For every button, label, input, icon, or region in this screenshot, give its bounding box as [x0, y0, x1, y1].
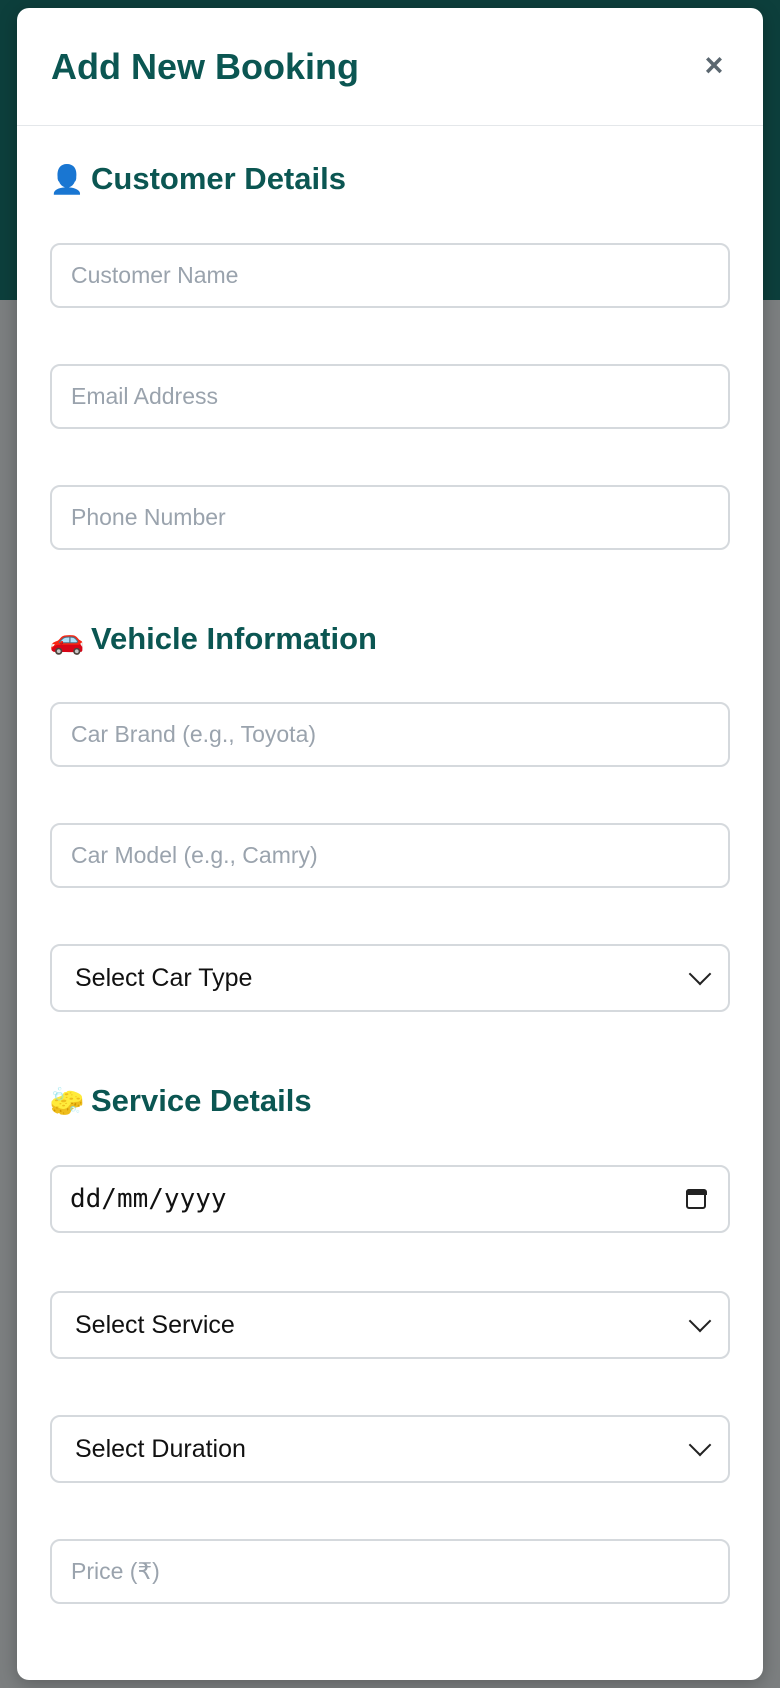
customer-details-heading: 👤 Customer Details — [49, 161, 346, 197]
duration-select[interactable]: Select Duration — [50, 1415, 730, 1483]
add-booking-modal: Add New Booking × 👤 Customer Details 🚗 V… — [17, 8, 763, 1680]
car-brand-field[interactable] — [50, 702, 730, 767]
car-type-select-value: Select Car Type — [75, 963, 253, 992]
email-field[interactable] — [50, 364, 730, 429]
chevron-down-icon — [688, 1309, 712, 1333]
email-input[interactable] — [69, 382, 728, 411]
modal-title: Add New Booking — [51, 46, 359, 87]
service-details-title: Service Details — [91, 1083, 312, 1118]
vehicle-information-title: Vehicle Information — [91, 621, 377, 656]
calendar-icon[interactable] — [685, 1188, 707, 1209]
customer-name-input[interactable] — [69, 261, 728, 290]
customer-name-field[interactable] — [50, 243, 730, 308]
vehicle-information-heading: 🚗 Vehicle Information — [49, 621, 377, 657]
service-select[interactable]: Select Service — [50, 1291, 730, 1359]
close-button[interactable]: × — [699, 47, 729, 83]
car-type-select[interactable]: Select Car Type — [50, 944, 730, 1012]
customer-details-title: Customer Details — [91, 161, 346, 196]
phone-input[interactable] — [69, 503, 728, 532]
car-brand-input[interactable] — [69, 720, 728, 749]
close-icon: × — [704, 47, 724, 83]
user-icon: 👤 — [49, 162, 85, 196]
service-date-field[interactable]: dd/mm/yyyy — [50, 1165, 730, 1233]
modal-header: Add New Booking × — [17, 8, 763, 126]
car-model-field[interactable] — [50, 823, 730, 888]
service-details-heading: 🧽 Service Details — [49, 1083, 312, 1119]
service-select-value: Select Service — [75, 1310, 235, 1339]
phone-field[interactable] — [50, 485, 730, 550]
price-field[interactable] — [50, 1539, 730, 1604]
chevron-down-icon — [688, 962, 712, 986]
sponge-icon: 🧽 — [49, 1084, 85, 1118]
service-date-value: dd/mm/yyyy — [70, 1184, 227, 1214]
price-input[interactable] — [69, 1557, 728, 1586]
duration-select-value: Select Duration — [75, 1434, 246, 1463]
chevron-down-icon — [688, 1433, 712, 1457]
car-model-input[interactable] — [69, 841, 728, 870]
car-icon: 🚗 — [49, 622, 85, 656]
